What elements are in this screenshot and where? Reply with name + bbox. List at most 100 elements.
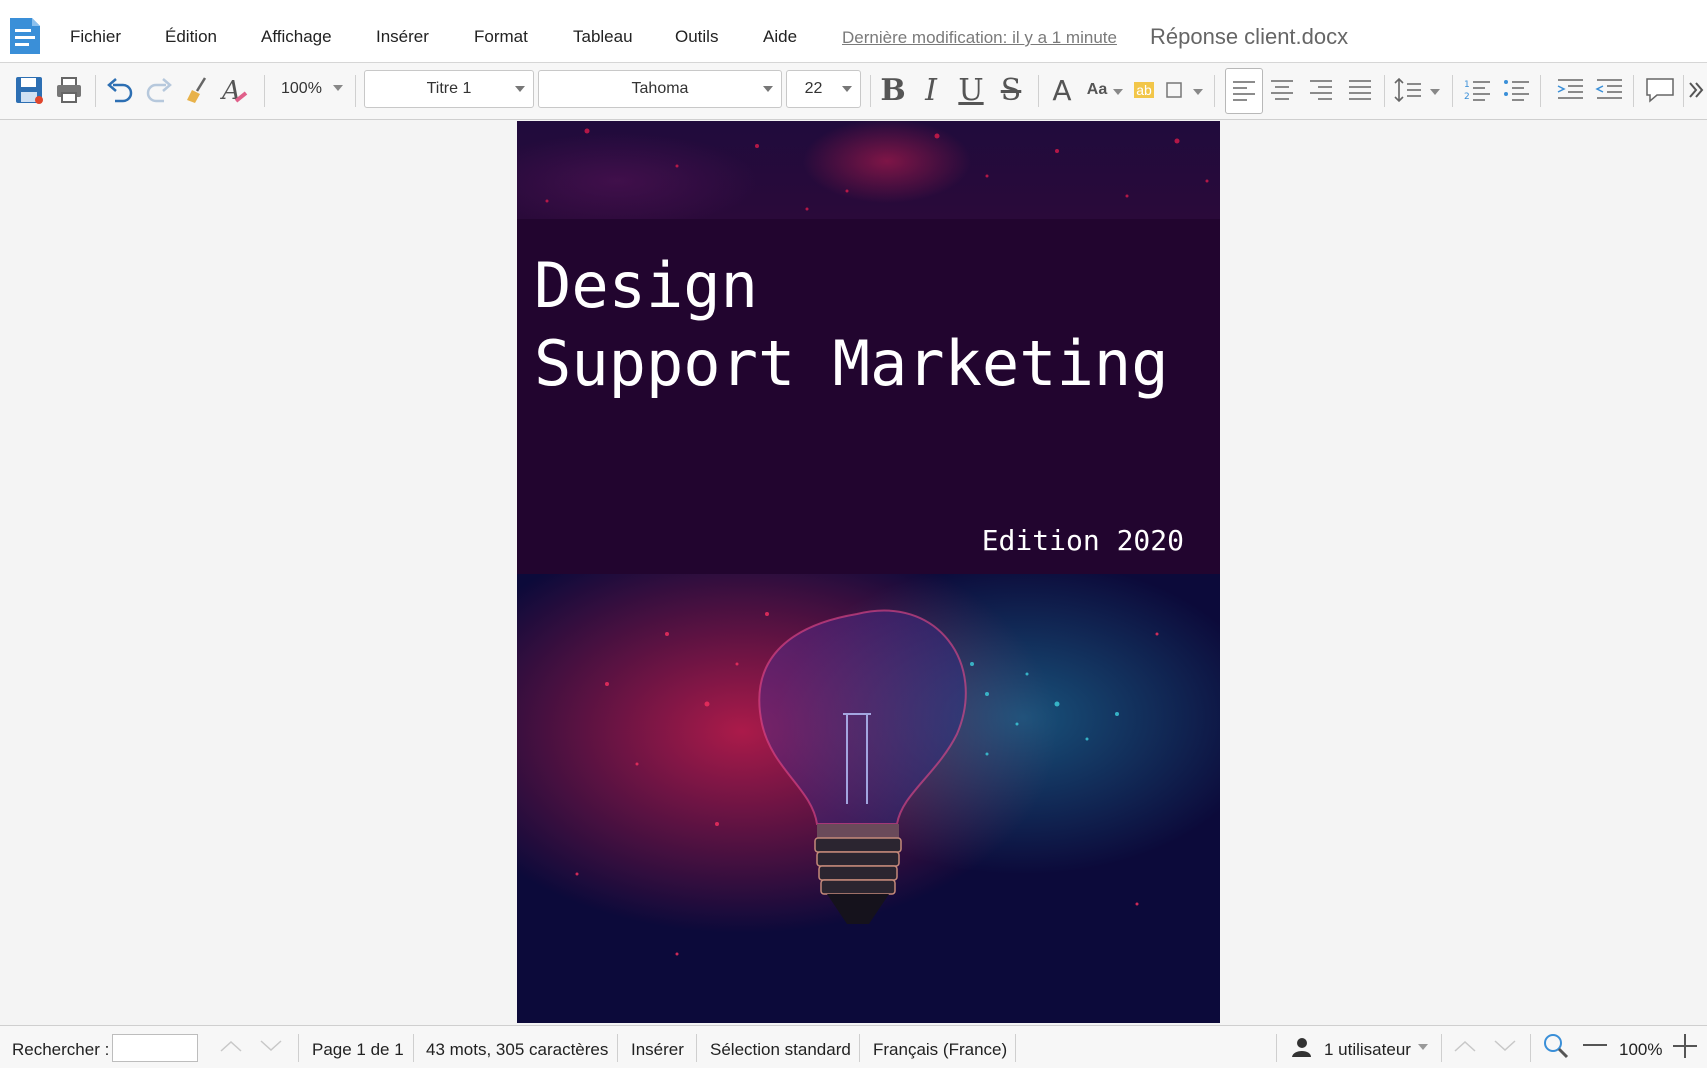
zoom-in-button[interactable]: [1670, 1031, 1700, 1061]
redo-button[interactable]: [142, 73, 176, 107]
plus-icon: [1673, 1034, 1697, 1058]
change-case-button[interactable]: Aa: [1080, 73, 1114, 107]
document-title[interactable]: Réponse client.docx: [1150, 24, 1348, 50]
chevron-down-icon: [1418, 1044, 1428, 1050]
undo-icon: [107, 78, 133, 103]
menu-inserer[interactable]: Insérer: [376, 27, 429, 47]
search-label: Rechercher :: [12, 1040, 110, 1059]
word-count[interactable]: 43 mots, 305 caractères: [426, 1040, 608, 1060]
align-left-icon: [1233, 81, 1255, 101]
page-count[interactable]: Page 1 de 1: [312, 1040, 404, 1060]
menu-edition[interactable]: Édition: [165, 27, 217, 47]
menu-fichier[interactable]: Fichier: [70, 27, 121, 47]
comment-button[interactable]: [1643, 73, 1677, 107]
next-change-button[interactable]: [1490, 1031, 1520, 1061]
line-spacing-button[interactable]: [1391, 73, 1425, 107]
last-modified-link[interactable]: Dernière modification: il y a 1 minute: [842, 28, 1117, 48]
toolbar-separator: [264, 75, 265, 107]
numbered-list-icon: 12: [1464, 80, 1490, 102]
search-previous-button[interactable]: [216, 1031, 246, 1061]
paragraph-style-select[interactable]: Titre 1: [364, 70, 534, 108]
zoom-out-button[interactable]: [1580, 1031, 1610, 1061]
toolbar-separator: [355, 75, 356, 107]
cover-edition[interactable]: Edition 2020: [982, 524, 1184, 557]
zoom-icon: [1544, 1034, 1569, 1059]
italic-button[interactable]: I: [914, 73, 948, 108]
align-left-button[interactable]: [1225, 68, 1263, 114]
font-family-select[interactable]: Tahoma: [538, 70, 782, 108]
status-separator: [298, 1034, 299, 1062]
chevron-down-icon: [1430, 89, 1440, 95]
more-tools-button[interactable]: [1686, 73, 1706, 107]
strikethrough-button[interactable]: S: [994, 73, 1028, 108]
cover-title-line-1[interactable]: Design: [534, 249, 758, 322]
undo-button[interactable]: [103, 73, 137, 107]
increase-indent-button[interactable]: [1553, 73, 1587, 107]
indent-decrease-icon: [1595, 79, 1622, 99]
status-separator: [696, 1034, 697, 1062]
toolbar-separator: [1683, 75, 1684, 107]
highlight-glyph: ab: [1134, 82, 1154, 98]
border-button[interactable]: [1162, 73, 1186, 107]
zoom-level[interactable]: 100%: [1619, 1040, 1662, 1060]
selection-mode[interactable]: Sélection standard: [710, 1040, 851, 1060]
prev-change-button[interactable]: [1450, 1031, 1480, 1061]
indent-increase-icon: [1557, 79, 1583, 99]
menu-affichage[interactable]: Affichage: [261, 27, 332, 47]
numbered-list-button[interactable]: 12: [1460, 73, 1494, 107]
menu-aide[interactable]: Aide: [763, 27, 797, 47]
font-color-button[interactable]: A: [1045, 73, 1079, 107]
toolbar-separator: [1214, 75, 1215, 107]
menu-outils[interactable]: Outils: [675, 27, 718, 47]
line-spacing-icon: [1394, 77, 1421, 103]
cover-top-band: [517, 121, 1220, 219]
document-page[interactable]: Design Support Marketing Edition 2020: [517, 121, 1220, 1023]
status-separator: [1015, 1034, 1016, 1062]
format-painter-button[interactable]: [181, 73, 215, 107]
square-border-icon: [1166, 82, 1182, 98]
font-size-select[interactable]: 22: [786, 70, 861, 108]
lightbulb-explosion-image[interactable]: [517, 574, 1220, 1023]
decrease-indent-button[interactable]: [1592, 73, 1626, 107]
status-separator: [413, 1034, 414, 1062]
users-count[interactable]: 1 utilisateur: [1324, 1040, 1411, 1060]
cover-title-line-2[interactable]: Support Marketing: [534, 327, 1169, 400]
toolbar-separator: [870, 75, 871, 107]
save-button[interactable]: [12, 73, 46, 107]
align-right-icon: [1310, 80, 1332, 100]
minus-icon: [1583, 1044, 1607, 1046]
status-bar: Rechercher : Page 1 de 1 43 mots, 305 ca…: [0, 1025, 1707, 1068]
align-center-button[interactable]: [1265, 73, 1299, 107]
chevron-down-icon: [515, 86, 525, 92]
chevron-down-icon: [763, 86, 773, 92]
font-size-value: 22: [804, 80, 823, 97]
paintbrush-icon: [187, 77, 207, 103]
align-right-button[interactable]: [1304, 73, 1338, 107]
svg-text:2: 2: [1464, 92, 1470, 102]
bullet-list-icon: [1504, 80, 1529, 101]
menu-tableau[interactable]: Tableau: [573, 27, 633, 47]
chevron-down-icon: [333, 85, 343, 91]
bullet-list-button[interactable]: [1499, 73, 1533, 107]
clear-formatting-button[interactable]: A: [219, 73, 253, 107]
cover-title-block: Design Support Marketing Edition 2020: [517, 219, 1220, 574]
print-button[interactable]: [52, 73, 86, 107]
zoom-button[interactable]: [1541, 1031, 1571, 1061]
double-chevron-right-icon: [1689, 82, 1704, 98]
toolbar-separator: [1633, 75, 1634, 107]
justify-button[interactable]: [1343, 73, 1377, 107]
chevron-down-icon: [1494, 1040, 1516, 1052]
document-app-icon[interactable]: [8, 16, 42, 56]
status-separator: [1530, 1034, 1531, 1062]
bold-button[interactable]: B: [876, 73, 910, 108]
search-input[interactable]: [112, 1034, 198, 1062]
insert-mode[interactable]: Insérer: [631, 1040, 684, 1060]
clear-format-icon: A: [220, 76, 248, 105]
zoom-select[interactable]: 100%: [281, 80, 322, 98]
highlight-button[interactable]: ab: [1130, 73, 1158, 107]
chevron-up-icon: [1454, 1040, 1476, 1052]
search-next-button[interactable]: [256, 1031, 286, 1061]
underline-button[interactable]: U: [954, 73, 988, 108]
menu-format[interactable]: Format: [474, 27, 528, 47]
language-selector[interactable]: Français (France): [873, 1040, 1007, 1060]
